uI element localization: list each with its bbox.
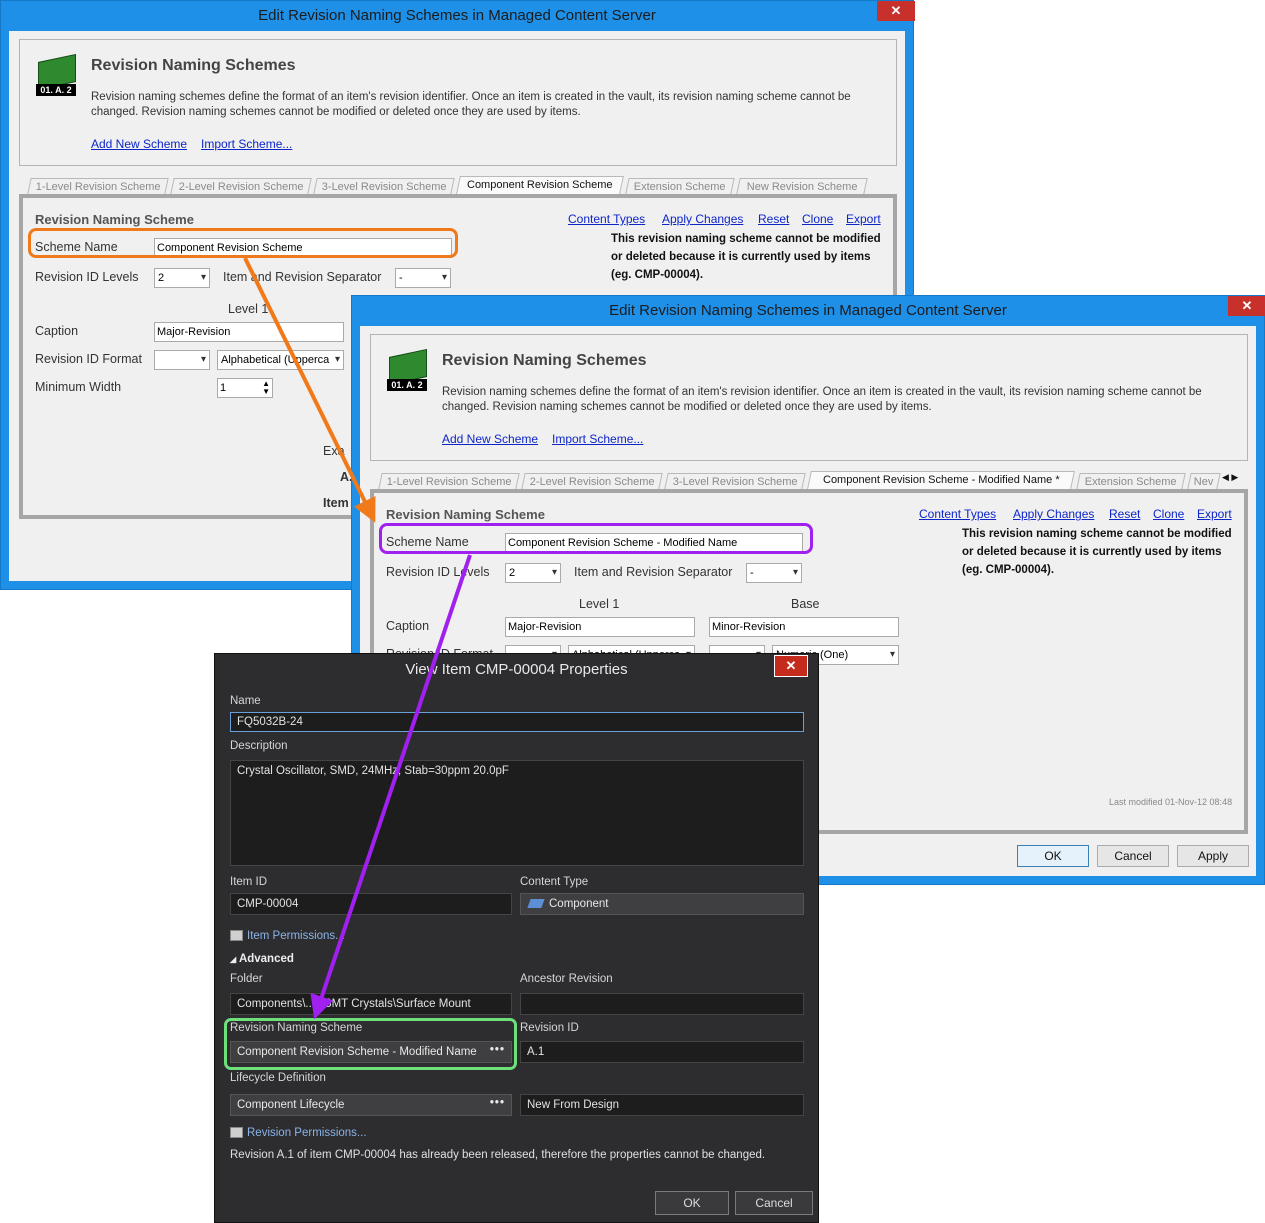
connector-arrows [243, 257, 472, 1020]
orange-arrow [243, 257, 376, 523]
purple-arrow [310, 554, 472, 1020]
